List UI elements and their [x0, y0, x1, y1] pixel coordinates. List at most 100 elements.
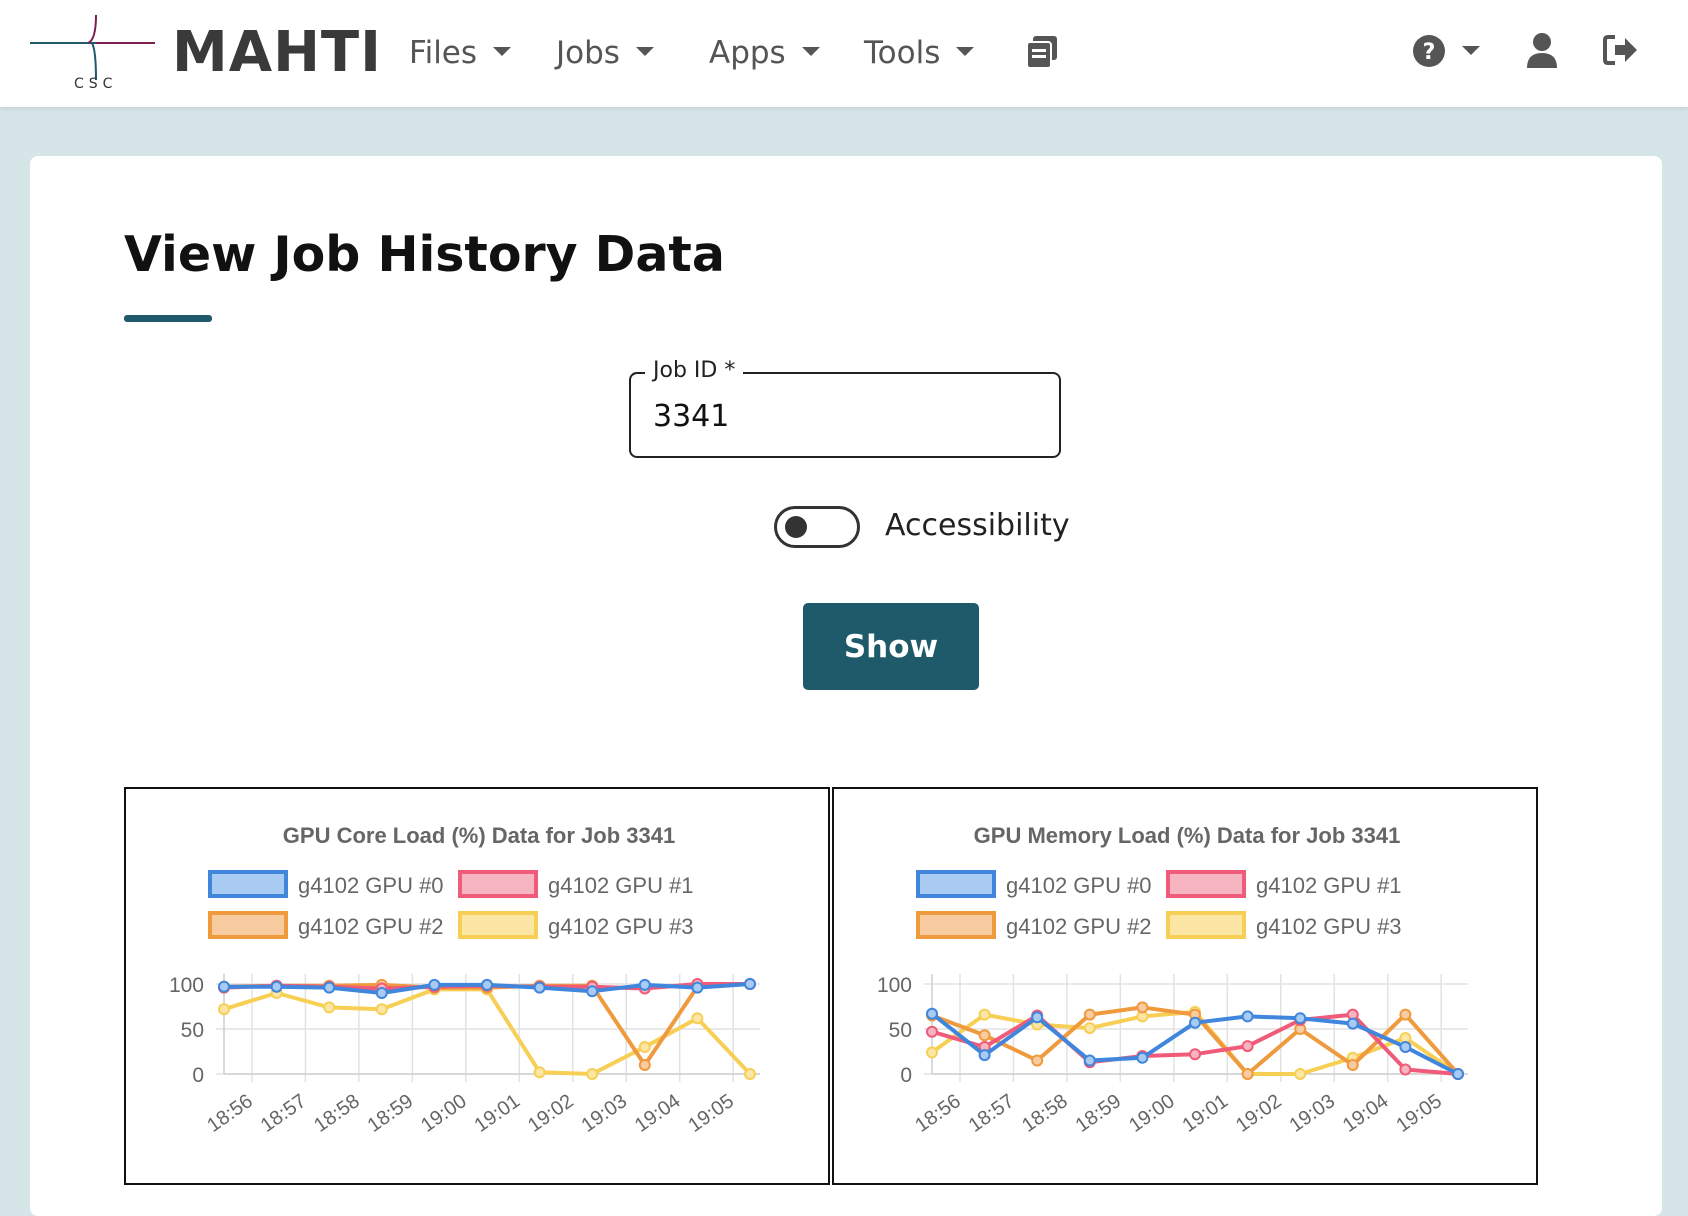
legend-swatch — [208, 911, 288, 939]
series-line — [223, 982, 751, 1067]
logout-icon[interactable] — [1603, 34, 1639, 70]
top-navbar: CSC MAHTI Files Jobs Apps Tools ? — [0, 0, 1688, 107]
data-point — [744, 978, 756, 990]
data-point — [1136, 1051, 1149, 1064]
accessibility-label: Accessibility — [885, 508, 1070, 543]
x-tick-label: 18:56 — [911, 1090, 965, 1137]
chevron-down-icon — [493, 47, 512, 56]
data-point — [533, 1066, 546, 1079]
x-tick-label: 19:01 — [1179, 1090, 1233, 1137]
nav-files-label: Files — [409, 35, 478, 71]
legend-label: g4102 GPU #2 — [1006, 914, 1152, 939]
main-card: View Job History Data Job ID * Accessibi… — [30, 156, 1662, 1216]
data-point — [270, 980, 283, 993]
nav-jobs[interactable]: Jobs — [556, 28, 654, 78]
show-button[interactable]: Show — [803, 603, 979, 690]
data-point — [1452, 1068, 1464, 1080]
x-tick-label: 19:00 — [417, 1090, 471, 1137]
nav-tools[interactable]: Tools — [864, 28, 975, 78]
accessibility-toggle[interactable] — [774, 506, 860, 548]
gpu-memory-load-chart-svg: GPU Memory Load (%) Data for Job 3341 g41… — [877, 823, 1468, 1137]
y-tick-label: 100 — [169, 974, 204, 997]
data-point — [1294, 1068, 1307, 1080]
job-id-input[interactable] — [653, 396, 1033, 436]
data-point — [218, 1003, 230, 1016]
x-tick-label: 18:59 — [364, 1090, 418, 1137]
page-title: View Job History Data — [124, 226, 725, 283]
data-point — [323, 1001, 336, 1014]
data-point — [1399, 1041, 1412, 1053]
data-point — [691, 1012, 704, 1025]
data-point — [1189, 1048, 1201, 1061]
legend-label: g4102 GPU #1 — [548, 873, 694, 898]
data-point — [586, 1068, 599, 1080]
data-point — [744, 1068, 756, 1080]
gpu-core-load-chart: GPU Core Load (%) Data for Job 3341 g4102… — [124, 787, 830, 1185]
data-point — [1189, 1016, 1201, 1029]
x-tick-label: 19:04 — [1339, 1090, 1393, 1137]
svg-text:?: ? — [1423, 40, 1436, 65]
legend-swatch — [458, 911, 538, 939]
y-tick-label: 100 — [877, 974, 912, 997]
x-tick-label: 19:02 — [524, 1090, 578, 1137]
chart-title: GPU Memory Load (%) Data for Job 3341 — [974, 823, 1401, 848]
legend-label: g4102 GPU #2 — [298, 914, 444, 939]
legend-swatch — [1166, 911, 1246, 939]
data-point — [533, 981, 546, 994]
x-tick-label: 19:03 — [1285, 1090, 1339, 1137]
legend-label: g4102 GPU #0 — [1006, 873, 1152, 898]
x-tick-label: 18:58 — [1018, 1090, 1072, 1137]
x-tick-label: 19:05 — [1392, 1090, 1446, 1137]
data-point — [926, 1007, 938, 1020]
data-point — [638, 1041, 651, 1053]
nav-jobs-label: Jobs — [556, 35, 620, 71]
help-icon[interactable]: ? — [1412, 33, 1482, 73]
x-tick-label: 19:05 — [684, 1090, 738, 1137]
x-tick-label: 19:02 — [1232, 1090, 1286, 1137]
gpu-memory-load-chart: GPU Memory Load (%) Data for Job 3341 g41… — [832, 787, 1538, 1185]
data-point — [1241, 1010, 1254, 1023]
user-icon[interactable] — [1526, 32, 1558, 74]
nav-tools-label: Tools — [864, 35, 941, 71]
brand-title[interactable]: MAHTI — [172, 18, 382, 88]
clipboard-icon[interactable] — [1025, 34, 1059, 74]
csc-logo[interactable]: CSC — [30, 10, 160, 100]
data-point — [1294, 1012, 1307, 1025]
data-point — [1083, 1022, 1096, 1035]
x-tick-label: 18:58 — [310, 1090, 364, 1137]
x-tick-label: 19:03 — [577, 1090, 631, 1137]
legend-swatch — [208, 870, 288, 898]
toggle-knob — [785, 516, 807, 538]
job-id-label: Job ID * — [645, 358, 744, 383]
chevron-down-icon — [635, 47, 654, 56]
chart-title: GPU Core Load (%) Data for Job 3341 — [283, 823, 675, 848]
legend-label: g4102 GPU #3 — [1256, 914, 1402, 939]
x-tick-label: 19:01 — [471, 1090, 525, 1137]
chevron-down-icon — [956, 47, 975, 56]
legend-label: g4102 GPU #3 — [548, 914, 694, 939]
y-tick-label: 50 — [889, 1019, 912, 1042]
x-tick-label: 19:04 — [631, 1090, 685, 1137]
x-tick-label: 18:59 — [1072, 1090, 1126, 1137]
title-underline — [124, 315, 212, 322]
data-point — [1241, 1068, 1254, 1080]
y-tick-label: 0 — [900, 1064, 912, 1087]
legend-swatch — [458, 870, 538, 898]
data-point — [586, 985, 599, 998]
data-point — [375, 1003, 388, 1016]
job-id-field[interactable]: Job ID * — [629, 358, 1061, 458]
data-point — [1083, 1008, 1096, 1021]
data-point — [218, 980, 230, 993]
y-tick-label: 50 — [181, 1019, 204, 1042]
x-tick-label: 19:00 — [1125, 1090, 1179, 1137]
csc-logo-mark — [30, 14, 155, 81]
nav-files[interactable]: Files — [409, 28, 512, 78]
legend-label: g4102 GPU #1 — [1256, 873, 1402, 898]
data-point — [375, 987, 388, 999]
data-point — [1031, 1054, 1044, 1067]
y-tick-label: 0 — [192, 1064, 204, 1087]
legend-swatch — [1166, 870, 1246, 898]
data-point — [978, 1049, 991, 1062]
nav-apps[interactable]: Apps — [709, 28, 820, 78]
data-point — [691, 981, 704, 994]
